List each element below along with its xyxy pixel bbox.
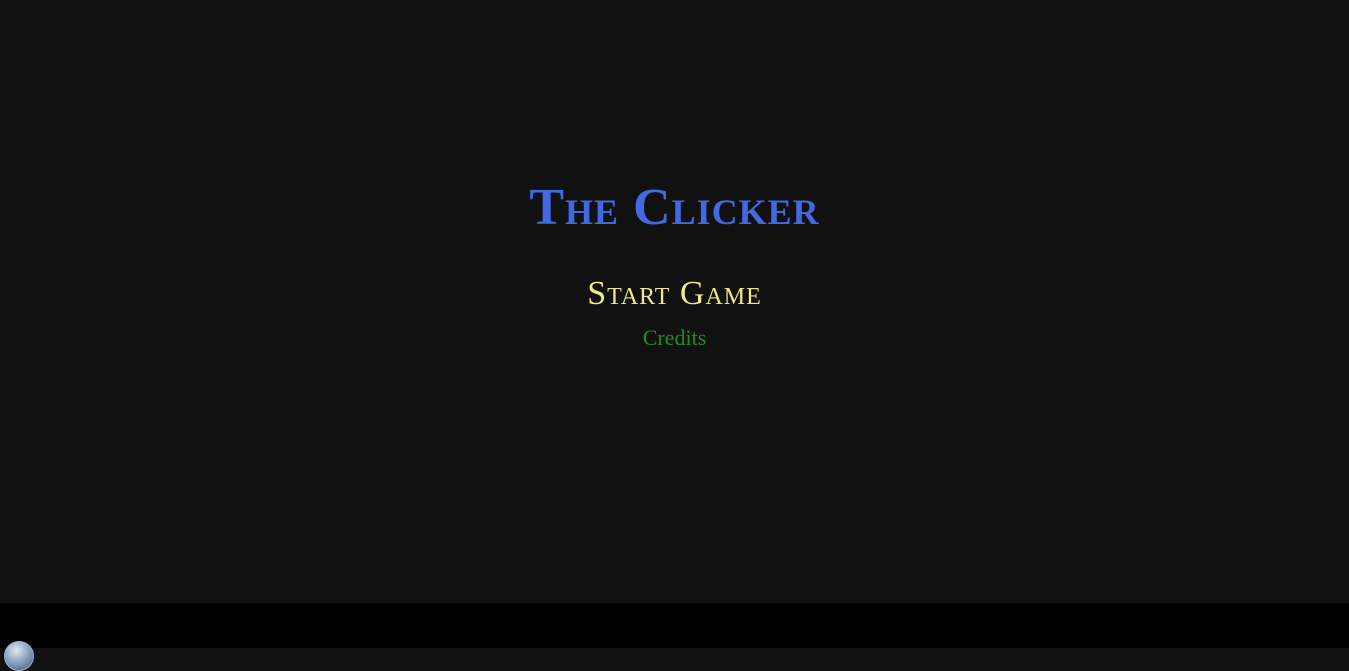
game-screen: The Clicker Start Game Credits	[0, 0, 1349, 603]
start-orb-icon[interactable]	[4, 641, 34, 671]
main-menu: The Clicker Start Game Credits	[0, 178, 1349, 352]
start-game-button[interactable]: Start Game	[587, 274, 762, 314]
game-title: The Clicker	[529, 179, 820, 236]
credits-link[interactable]: Credits	[0, 324, 1349, 352]
bottom-bar	[0, 603, 1349, 648]
